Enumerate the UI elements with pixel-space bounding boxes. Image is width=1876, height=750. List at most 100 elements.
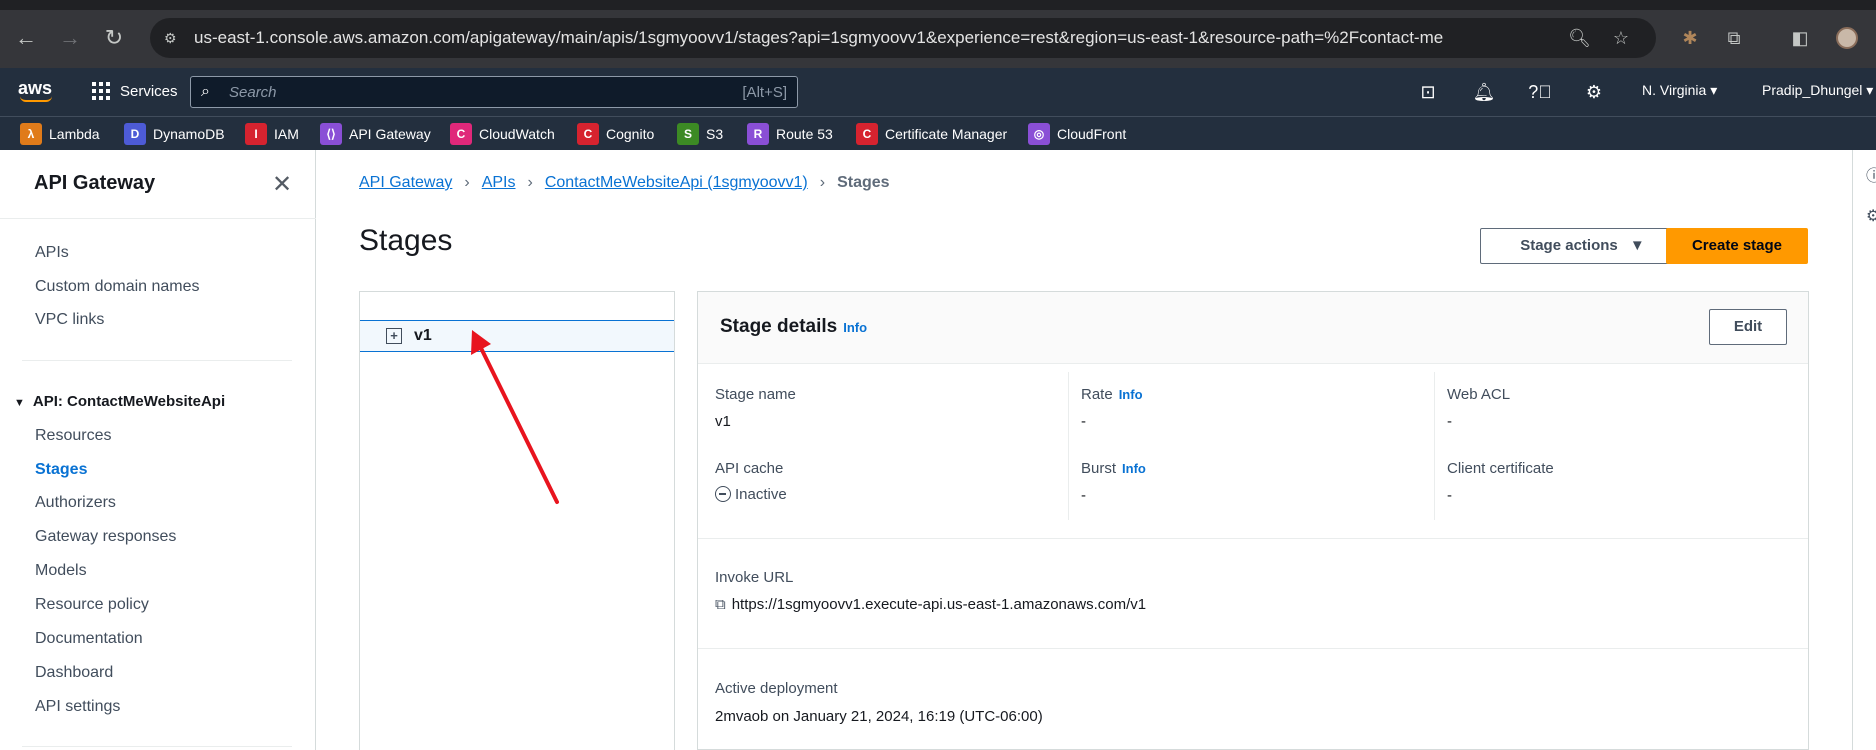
region-selector[interactable]: N. Virginia ▾: [1642, 82, 1717, 99]
address-bar[interactable]: ⚙ us-east-1.console.aws.amazon.com/apiga…: [150, 18, 1656, 58]
sidebar-item-authorizers[interactable]: Authorizers: [35, 494, 116, 512]
divider: [698, 538, 1808, 539]
fav-label: Certificate Manager: [885, 126, 1008, 142]
lambda-icon: λ: [20, 123, 42, 145]
stage-tree-label: v1: [414, 327, 432, 344]
zoom-icon[interactable]: 🔍︎: [1568, 27, 1591, 49]
sidebar-item-gateway-responses[interactable]: Gateway responses: [35, 528, 176, 546]
fav-dynamodb[interactable]: D DynamoDB: [124, 123, 225, 145]
fav-label: DynamoDB: [153, 126, 225, 142]
breadcrumb-current: Stages: [837, 174, 890, 191]
rate-value: -: [1081, 413, 1086, 430]
stage-name-value: v1: [715, 413, 731, 430]
edit-button[interactable]: Edit: [1709, 309, 1787, 345]
api-cache-status: Inactive: [735, 486, 787, 503]
web-acl-label: Web ACL: [1447, 386, 1511, 403]
aws-logo-text: aws: [18, 78, 53, 98]
sidebar-item-documentation[interactable]: Documentation: [35, 630, 143, 648]
search-placeholder: Search: [229, 84, 277, 101]
sidebar-item-resources[interactable]: Resources: [35, 427, 111, 445]
url-text[interactable]: us-east-1.console.aws.amazon.com/apigate…: [194, 28, 1443, 48]
sidebar-item-apis[interactable]: APIs: [35, 244, 69, 262]
caret-down-icon: ▼: [14, 397, 25, 409]
stage-details-title: Stage details Info: [720, 316, 867, 338]
stages-tree: + v1: [359, 291, 675, 750]
divider: [22, 360, 292, 361]
divider: [698, 648, 1808, 649]
sidebar-item-stages[interactable]: Stages: [35, 461, 87, 479]
sidebar-item-custom-domain-names[interactable]: Custom domain names: [35, 278, 200, 296]
account-menu[interactable]: Pradip_Dhungel ▾: [1762, 82, 1873, 99]
settings-panel-icon[interactable]: ⚙: [1866, 206, 1876, 226]
sidebar-item-dashboard[interactable]: Dashboard: [35, 664, 113, 682]
caret-down-icon: ▼: [1629, 237, 1645, 254]
info-panel-icon[interactable]: ⓘ: [1866, 162, 1876, 186]
fav-cognito[interactable]: C Cognito: [577, 123, 654, 145]
breadcrumb-api[interactable]: ContactMeWebsiteApi (1sgmyoovv1): [545, 174, 808, 192]
notifications-bell-icon[interactable]: 🔔︎: [1472, 80, 1496, 104]
invoke-url-text[interactable]: https://1sgmyoovv1.execute-api.us-east-1…: [732, 596, 1146, 613]
fav-certificate-manager[interactable]: C Certificate Manager: [856, 123, 1007, 145]
fav-cloudwatch[interactable]: C CloudWatch: [450, 123, 555, 145]
fav-api-gateway[interactable]: ⟨⟩ API Gateway: [320, 123, 431, 145]
profile-avatar[interactable]: [1836, 27, 1858, 49]
services-menu-button[interactable]: Services: [92, 82, 178, 100]
rate-label-text: Rate: [1081, 386, 1113, 403]
cognito-icon: C: [577, 123, 599, 145]
inactive-status-icon: [715, 486, 731, 502]
fav-label: S3: [706, 126, 724, 142]
page-title: Stages: [359, 224, 453, 257]
settings-gear-icon[interactable]: ⚙: [1582, 80, 1606, 104]
fav-lambda[interactable]: λ Lambda: [20, 123, 100, 145]
extension-icon[interactable]: ✱: [1678, 26, 1702, 50]
burst-label: Burst Info: [1081, 460, 1146, 477]
client-certificate-value: -: [1447, 487, 1452, 504]
chevron-right-icon: ›: [819, 174, 826, 191]
fav-s3[interactable]: S S3: [677, 123, 723, 145]
help-icon[interactable]: ?⃝: [1528, 80, 1552, 104]
stage-actions-button[interactable]: Stage actions ▼: [1480, 228, 1685, 264]
fav-iam[interactable]: I IAM: [245, 123, 299, 145]
cloudwatch-icon: C: [450, 123, 472, 145]
copy-icon[interactable]: ⧉: [715, 596, 726, 613]
side-panel-icon[interactable]: ◧: [1788, 26, 1812, 50]
info-link[interactable]: Info: [843, 320, 867, 335]
forward-icon[interactable]: →: [58, 26, 82, 50]
burst-label-text: Burst: [1081, 460, 1117, 477]
grid-icon: [92, 82, 110, 100]
sidebar-section-api[interactable]: ▼ API: ContactMeWebsiteApi: [14, 393, 225, 410]
sidebar-item-api-settings[interactable]: API settings: [35, 698, 120, 716]
fav-label: API Gateway: [349, 126, 431, 142]
back-icon[interactable]: ←: [14, 26, 38, 50]
site-info-icon[interactable]: ⚙: [164, 28, 184, 48]
fav-route53[interactable]: R Route 53: [747, 123, 833, 145]
aws-logo[interactable]: aws: [18, 78, 53, 102]
sidebar-item-models[interactable]: Models: [35, 562, 87, 580]
sidebar-title: API Gateway: [34, 172, 156, 194]
stage-actions-label: Stage actions: [1520, 237, 1618, 254]
sidebar-item-resource-policy[interactable]: Resource policy: [35, 596, 149, 614]
extensions-puzzle-icon[interactable]: ⧉: [1722, 26, 1746, 50]
sidebar: API Gateway ✕ APIs Custom domain names V…: [0, 150, 316, 750]
cloudshell-icon[interactable]: ⊡: [1416, 80, 1440, 104]
breadcrumb-api-gateway[interactable]: API Gateway: [359, 174, 452, 192]
expand-icon[interactable]: +: [386, 328, 402, 344]
breadcrumb-apis[interactable]: APIs: [482, 174, 516, 192]
client-certificate-label: Client certificate: [1447, 460, 1554, 477]
search-shortcut: [Alt+S]: [742, 84, 787, 101]
close-icon[interactable]: ✕: [272, 170, 292, 199]
burst-value: -: [1081, 487, 1086, 504]
fav-label: Cognito: [606, 126, 655, 142]
services-label: Services: [120, 82, 178, 100]
aws-top-nav: aws Services ⌕ Search [Alt+S] ⊡ 🔔︎ ?⃝ ⚙ …: [0, 68, 1876, 116]
search-input[interactable]: ⌕ Search [Alt+S]: [190, 76, 798, 108]
fav-cloudfront[interactable]: ◎ CloudFront: [1028, 123, 1126, 145]
stage-tree-item-v1[interactable]: + v1: [360, 320, 674, 352]
info-link[interactable]: Info: [1122, 461, 1146, 476]
bookmark-star-icon[interactable]: ☆: [1610, 27, 1632, 49]
rate-label: Rate Info: [1081, 386, 1143, 403]
sidebar-item-vpc-links[interactable]: VPC links: [35, 311, 104, 329]
info-link[interactable]: Info: [1119, 387, 1143, 402]
reload-icon[interactable]: ↻: [102, 26, 126, 50]
create-stage-button[interactable]: Create stage: [1666, 228, 1808, 264]
